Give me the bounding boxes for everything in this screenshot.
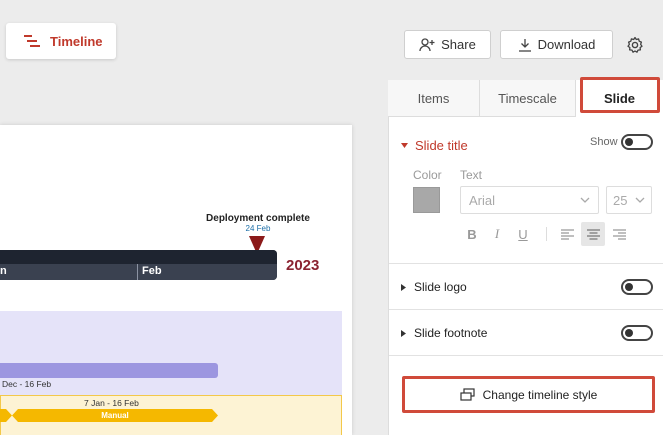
task-bar[interactable] — [0, 363, 218, 378]
slide-footnote-section-header[interactable]: Slide footnote — [401, 326, 487, 340]
italic-button[interactable]: I — [485, 222, 509, 246]
tab-timescale[interactable]: Timescale — [480, 80, 576, 117]
align-right-icon[interactable] — [607, 222, 631, 246]
year-label[interactable]: 2023 — [286, 257, 319, 274]
format-divider — [546, 227, 547, 241]
section-divider — [389, 263, 663, 264]
font-size-value: 25 — [613, 192, 628, 208]
download-icon — [518, 38, 532, 52]
timeline-icon — [24, 34, 40, 48]
underline-button[interactable]: U — [511, 222, 535, 246]
font-family-value: Arial — [469, 192, 496, 208]
text-label: Text — [460, 168, 483, 182]
tab-items[interactable]: Items — [388, 80, 480, 117]
align-left-icon[interactable] — [555, 222, 579, 246]
timescale-bar[interactable]: n Feb — [0, 250, 277, 280]
slide-logo-label: Slide logo — [414, 280, 467, 294]
caret-right-icon — [401, 329, 406, 337]
add-user-icon — [419, 37, 435, 52]
share-button[interactable]: Share — [404, 30, 491, 59]
bold-button[interactable]: B — [460, 222, 484, 246]
font-size-select[interactable]: 25 — [606, 186, 652, 214]
manual-task-dates: 7 Jan - 16 Feb — [84, 398, 139, 408]
chevron-down-icon — [635, 197, 645, 203]
swimlane-1[interactable] — [0, 311, 342, 395]
timeline-label: Timeline — [50, 33, 103, 49]
timescale-divider — [137, 264, 138, 280]
slide-logo-section-header[interactable]: Slide logo — [401, 280, 467, 294]
slide-footnote-label: Slide footnote — [414, 326, 488, 340]
timescale-top-band — [0, 250, 277, 264]
caret-down-icon — [401, 143, 408, 148]
download-label: Download — [537, 37, 596, 52]
chevron-down-icon — [580, 197, 590, 203]
color-swatch[interactable] — [413, 187, 440, 213]
align-center-icon[interactable] — [581, 222, 605, 246]
change-style-highlight — [402, 376, 655, 413]
timescale-label-jan: n — [0, 265, 7, 277]
task-continuation-arrow — [0, 409, 12, 422]
slide-title-toggle[interactable] — [621, 134, 653, 150]
manual-task-label: Manual — [101, 411, 129, 420]
font-family-select[interactable]: Arial — [460, 186, 599, 214]
section-divider — [389, 355, 663, 356]
timeline-button[interactable]: Timeline — [6, 23, 116, 59]
gear-icon[interactable] — [625, 35, 645, 55]
download-button[interactable]: Download — [500, 30, 613, 59]
slide-title-label: Slide title — [415, 138, 468, 153]
section-divider — [389, 309, 663, 310]
slide-logo-toggle[interactable] — [621, 279, 653, 295]
color-label: Color — [413, 168, 442, 182]
milestone-date: 24 Feb — [245, 224, 271, 233]
show-label: Show — [590, 136, 618, 148]
task-dates: Dec - 16 Feb — [2, 379, 52, 389]
caret-right-icon — [401, 283, 406, 291]
slide-footnote-toggle[interactable] — [621, 325, 653, 341]
timescale-label-feb: Feb — [142, 265, 162, 277]
slide-tab-highlight — [580, 77, 660, 113]
slide-title-section-header[interactable]: Slide title — [401, 138, 468, 153]
share-label: Share — [441, 37, 476, 52]
milestone-title[interactable]: Deployment complete — [198, 213, 318, 224]
timescale-bottom-band — [0, 264, 277, 280]
slide-canvas[interactable]: Deployment complete 24 Feb n Feb 2023 De… — [0, 125, 352, 435]
